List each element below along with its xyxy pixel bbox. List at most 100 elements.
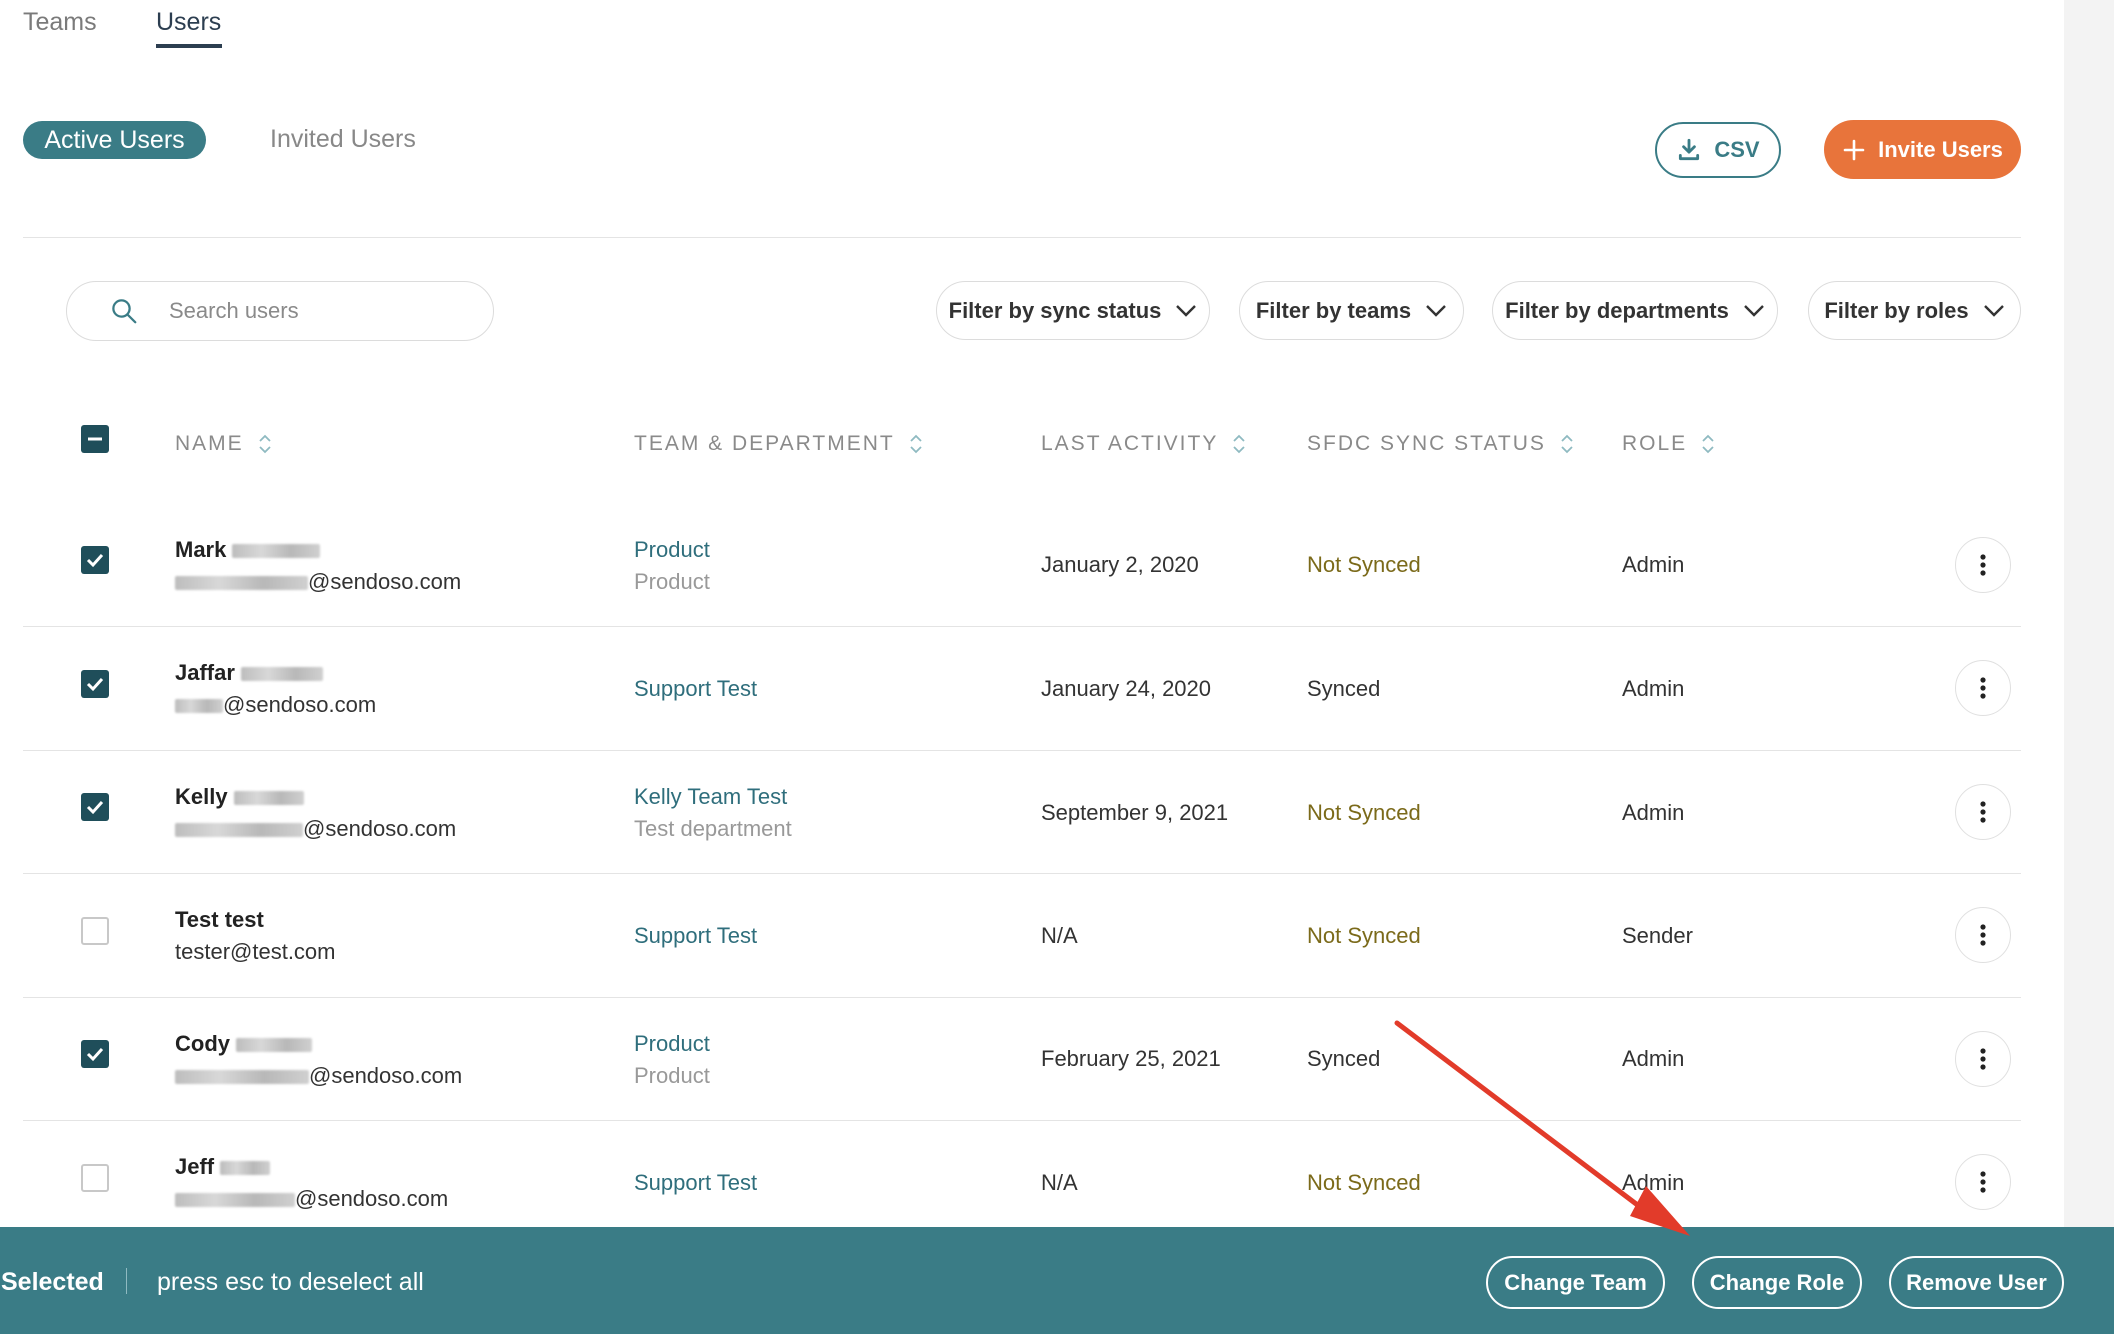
more-vertical-icon bbox=[1980, 677, 1986, 699]
user-team[interactable]: Support Test bbox=[634, 1170, 757, 1196]
user-first-name: Mark bbox=[175, 537, 227, 562]
change-role-button[interactable]: Change Role bbox=[1692, 1256, 1862, 1309]
last-activity: N/A bbox=[1041, 1170, 1078, 1195]
column-header-role-label: ROLE bbox=[1622, 432, 1688, 455]
check-icon bbox=[86, 677, 104, 692]
csv-export-button[interactable]: CSV bbox=[1655, 122, 1781, 178]
filter-teams[interactable]: Filter by teams bbox=[1239, 281, 1464, 340]
user-team[interactable]: Support Test bbox=[634, 676, 757, 702]
check-icon bbox=[86, 800, 104, 815]
plus-icon bbox=[1843, 139, 1865, 160]
check-icon bbox=[86, 553, 104, 568]
segment-active-users[interactable]: Active Users bbox=[23, 121, 206, 159]
sync-status: Not Synced bbox=[1307, 1170, 1421, 1195]
column-header-sync-status-label: SFDC SYNC STATUS bbox=[1307, 432, 1546, 455]
row-actions-button[interactable] bbox=[1955, 1031, 2011, 1087]
column-header-team[interactable]: TEAM & DEPARTMENT bbox=[634, 432, 923, 456]
row-checkbox[interactable] bbox=[81, 1164, 109, 1192]
last-activity: January 24, 2020 bbox=[1041, 676, 1212, 701]
filter-roles[interactable]: Filter by roles bbox=[1808, 281, 2021, 340]
filter-sync-status[interactable]: Filter by sync status bbox=[936, 281, 1210, 340]
user-department: Test department bbox=[634, 816, 792, 841]
user-team[interactable]: Product bbox=[634, 537, 710, 563]
email-suffix: @sendoso.com bbox=[223, 692, 377, 717]
chevron-down-icon bbox=[1426, 304, 1446, 317]
sort-icon bbox=[1561, 434, 1573, 454]
select-all-checkbox[interactable] bbox=[81, 425, 109, 453]
sort-icon bbox=[1233, 434, 1245, 454]
change-team-button[interactable]: Change Team bbox=[1486, 1256, 1665, 1309]
user-email: @sendoso.com bbox=[175, 816, 456, 842]
user-role: Admin bbox=[1622, 676, 1685, 701]
row-actions-button[interactable] bbox=[1955, 660, 2011, 716]
more-vertical-icon bbox=[1980, 1048, 1986, 1070]
user-name: Mark bbox=[175, 537, 321, 563]
user-email: tester@test.com bbox=[175, 939, 336, 964]
user-team[interactable]: Kelly Team Test bbox=[634, 784, 787, 810]
column-header-last-activity-label: LAST ACTIVITY bbox=[1041, 432, 1219, 455]
segment-invited-users[interactable]: Invited Users bbox=[270, 125, 416, 154]
redacted-email bbox=[175, 823, 303, 838]
user-role: Sender bbox=[1622, 923, 1693, 948]
row-checkbox[interactable] bbox=[81, 1040, 109, 1068]
check-icon bbox=[86, 1047, 104, 1062]
row-divider bbox=[23, 997, 2021, 998]
tab-teams[interactable]: Teams bbox=[23, 8, 97, 37]
user-email: @sendoso.com bbox=[175, 569, 461, 595]
user-name: Jeff bbox=[175, 1154, 271, 1180]
row-checkbox[interactable] bbox=[81, 670, 109, 698]
filter-departments[interactable]: Filter by departments bbox=[1492, 281, 1778, 340]
sync-status: Synced bbox=[1307, 1046, 1381, 1071]
user-team[interactable]: Support Test bbox=[634, 923, 757, 949]
more-vertical-icon bbox=[1980, 801, 1986, 823]
column-header-sync-status[interactable]: SFDC SYNC STATUS bbox=[1307, 432, 1574, 456]
user-first-name: Cody bbox=[175, 1031, 230, 1056]
user-role: Admin bbox=[1622, 552, 1685, 577]
search-icon bbox=[112, 299, 137, 324]
user-department: Product bbox=[634, 569, 710, 594]
search-box[interactable] bbox=[66, 281, 494, 341]
column-header-name[interactable]: NAME bbox=[175, 432, 272, 456]
row-actions-button[interactable] bbox=[1955, 537, 2011, 593]
filter-sync-status-label: Filter by sync status bbox=[948, 297, 1162, 323]
column-header-name-label: NAME bbox=[175, 432, 244, 455]
user-role: Admin bbox=[1622, 1046, 1685, 1071]
sync-status: Not Synced bbox=[1307, 800, 1421, 825]
row-checkbox[interactable] bbox=[81, 793, 109, 821]
invite-users-label: Invite Users bbox=[1878, 136, 2003, 162]
row-divider bbox=[23, 873, 2021, 874]
row-divider bbox=[23, 750, 2021, 751]
chevron-down-icon bbox=[1744, 304, 1764, 317]
chevron-down-icon bbox=[1983, 304, 2004, 317]
user-email: @sendoso.com bbox=[175, 1063, 462, 1089]
row-actions-button[interactable] bbox=[1955, 1154, 2011, 1210]
row-checkbox[interactable] bbox=[81, 546, 109, 574]
user-name: Kelly bbox=[175, 784, 304, 810]
deselect-hint: press esc to deselect all bbox=[157, 1268, 424, 1296]
header-divider bbox=[23, 237, 2021, 238]
right-scroll-gutter bbox=[2064, 0, 2114, 1334]
user-email: @sendoso.com bbox=[175, 1186, 448, 1212]
email-suffix: @sendoso.com bbox=[309, 1063, 463, 1088]
email-suffix: @sendoso.com bbox=[303, 816, 457, 841]
active-tab-indicator bbox=[156, 44, 222, 48]
remove-user-button[interactable]: Remove User bbox=[1889, 1256, 2064, 1309]
sort-icon bbox=[1702, 434, 1714, 454]
redacted-last-name bbox=[220, 1161, 271, 1176]
column-header-team-label: TEAM & DEPARTMENT bbox=[634, 432, 895, 455]
row-actions-button[interactable] bbox=[1955, 907, 2011, 963]
email-suffix: @sendoso.com bbox=[308, 569, 462, 594]
row-actions-button[interactable] bbox=[1955, 784, 2011, 840]
user-first-name: Kelly bbox=[175, 784, 228, 809]
column-header-last-activity[interactable]: LAST ACTIVITY bbox=[1041, 432, 1246, 456]
column-header-role[interactable]: ROLE bbox=[1622, 432, 1715, 456]
last-activity: February 25, 2021 bbox=[1041, 1046, 1221, 1071]
tab-users[interactable]: Users bbox=[156, 8, 221, 37]
redacted-email bbox=[175, 1070, 309, 1085]
last-activity: N/A bbox=[1041, 923, 1078, 948]
invite-users-button[interactable]: Invite Users bbox=[1824, 120, 2021, 179]
user-team[interactable]: Product bbox=[634, 1031, 710, 1057]
search-input[interactable] bbox=[169, 298, 419, 324]
row-checkbox[interactable] bbox=[81, 917, 109, 945]
user-name: Jaffar bbox=[175, 660, 324, 686]
